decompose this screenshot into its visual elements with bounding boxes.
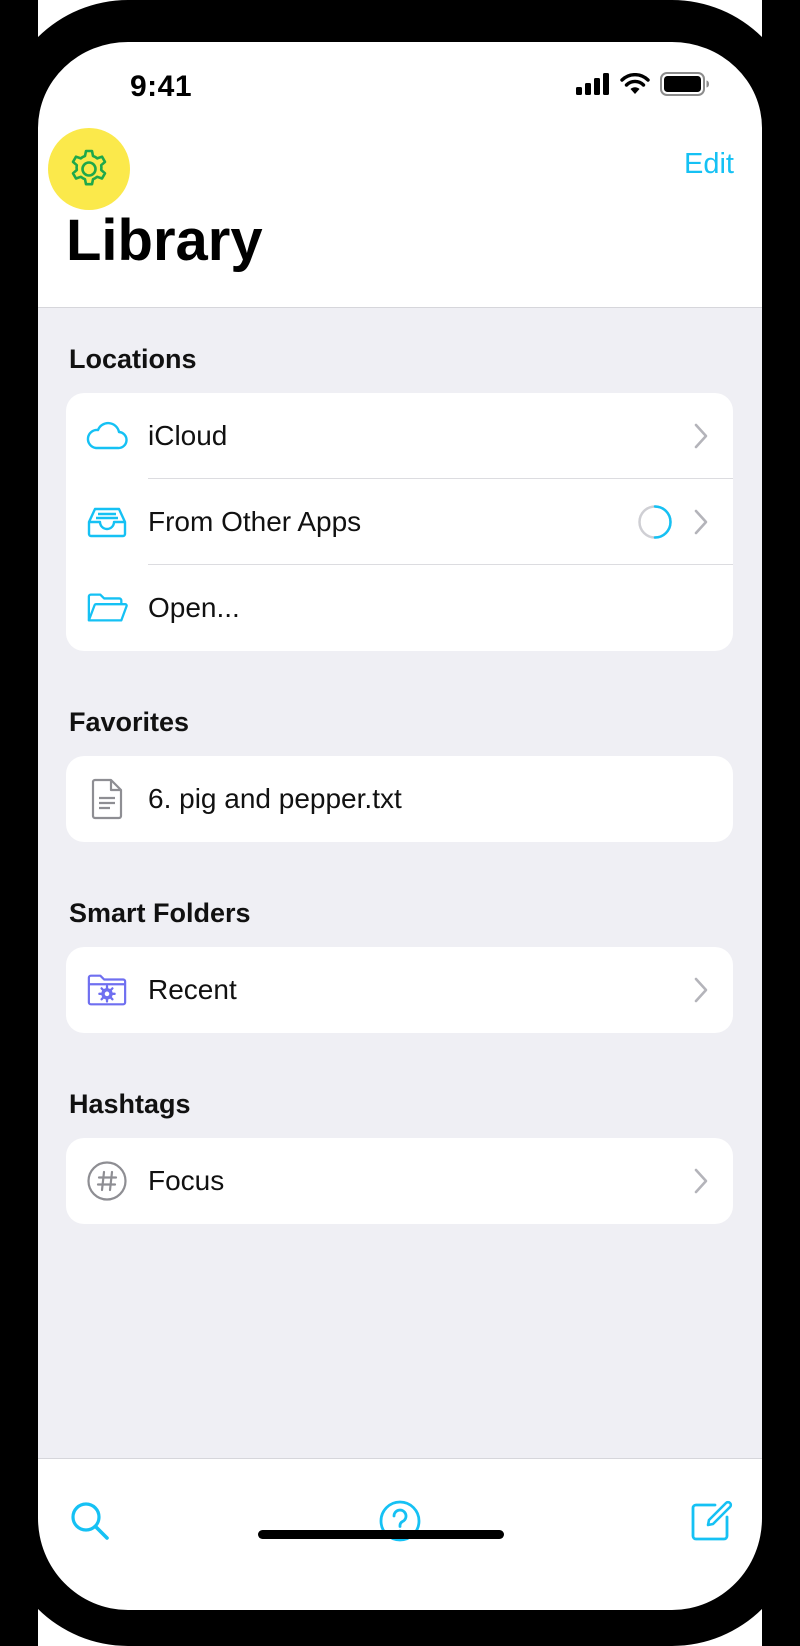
home-indicator <box>258 1530 504 1539</box>
location-item-label: iCloud <box>148 420 228 451</box>
search-icon[interactable] <box>68 1499 112 1543</box>
favorites-card: 6. pig and pepper.txt <box>66 756 733 842</box>
section-header-locations: Locations <box>69 344 197 374</box>
section-header-smart-folders: Smart Folders <box>69 898 251 928</box>
hashtags-card: Focus <box>66 1138 733 1224</box>
folder-icon <box>86 587 128 629</box>
compose-icon[interactable] <box>689 1499 733 1543</box>
section-header-favorites: Favorites <box>69 707 190 737</box>
status-icons <box>576 72 710 96</box>
gear-icon <box>71 149 107 186</box>
settings-button[interactable] <box>48 128 130 210</box>
chevron-right-icon <box>694 423 708 449</box>
wifi-icon <box>620 73 650 94</box>
chevron-right-icon <box>694 977 708 1003</box>
document-icon <box>86 778 128 820</box>
screen: 9:41 Edit Library Locations iCloud From … <box>38 42 762 1610</box>
loading-spinner-icon <box>638 505 672 539</box>
location-item-open[interactable]: Open... <box>66 565 733 651</box>
battery-icon <box>660 72 709 96</box>
location-item-label: Open... <box>148 592 240 623</box>
section-header-hashtags: Hashtags <box>69 1089 191 1119</box>
cloud-icon <box>86 415 128 457</box>
smart-folder-item-recent[interactable]: Recent <box>66 947 733 1033</box>
bezel-edge-right <box>762 0 800 1646</box>
chevron-right-icon <box>694 509 708 535</box>
edit-button[interactable]: Edit <box>684 148 734 181</box>
location-item-from-other-apps[interactable]: From Other Apps <box>66 479 733 565</box>
hashtag-icon <box>86 1160 128 1202</box>
favorite-item-label: 6. pig and pepper.txt <box>148 783 402 814</box>
location-item-label: From Other Apps <box>148 506 362 537</box>
locations-card: iCloud From Other Apps Open... <box>66 393 733 651</box>
cellular-signal-icon <box>576 73 609 95</box>
status-time: 9:41 <box>130 70 193 103</box>
page-title: Library <box>66 208 263 273</box>
phone-frame: 9:41 Edit Library Locations iCloud From … <box>0 0 800 1646</box>
location-item-icloud[interactable]: iCloud <box>66 393 733 479</box>
gear-folder-icon <box>86 969 128 1011</box>
inbox-tray-icon <box>86 501 128 543</box>
navigation-header: 9:41 Edit Library <box>38 42 762 308</box>
bezel-edge-left <box>0 0 38 1646</box>
chevron-right-icon <box>694 1168 708 1194</box>
smart-folder-item-label: Recent <box>148 974 237 1005</box>
hashtag-item-label: Focus <box>148 1165 225 1196</box>
hashtag-item-focus[interactable]: Focus <box>66 1138 733 1224</box>
favorite-item[interactable]: 6. pig and pepper.txt <box>66 756 733 842</box>
smart-folders-card: Recent <box>66 947 733 1033</box>
